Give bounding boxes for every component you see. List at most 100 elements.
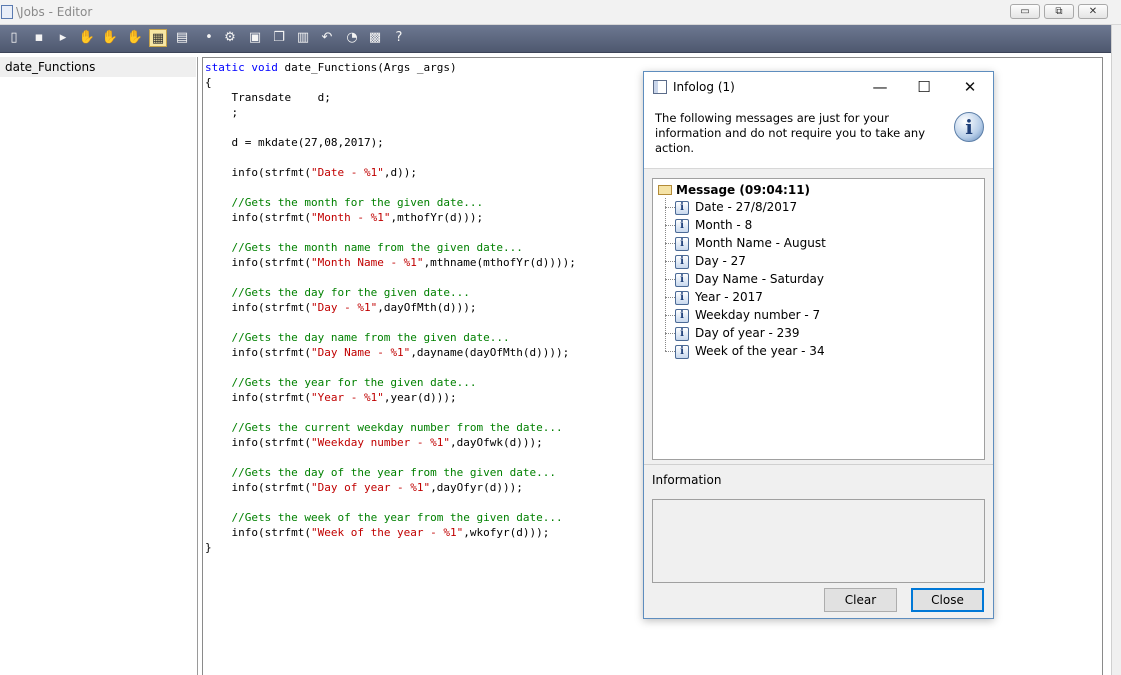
code-segment: ,d));: [383, 166, 417, 179]
infolog-window-icon: [653, 80, 667, 94]
editor-toolbar: ▯ ▪ ▸ ✋ ✋ ✋ ▦ ▤ • ⚙ ▣ ❐ ▥ ↶ ◔ ▩ ?: [0, 25, 1111, 53]
code-segment: d = mkdate(27,08,2017);: [205, 136, 384, 149]
message-text: Day - 27: [695, 254, 746, 268]
message-text: Date - 27/8/2017: [695, 200, 798, 214]
tree-connector: [665, 207, 675, 208]
tree-connector: [665, 297, 675, 298]
view-icon[interactable]: ▤: [173, 29, 191, 47]
code-segment: ,dayOfyr(d)));: [430, 481, 523, 494]
tools-icon[interactable]: ▩: [366, 29, 384, 47]
code-keyword: static void: [205, 61, 285, 74]
message-text: Week of the year - 34: [695, 344, 825, 358]
code-segment: info(strfmt(: [205, 166, 311, 179]
close-button[interactable]: Close: [911, 588, 984, 612]
code-string: "Weekday number - %1": [310, 436, 451, 449]
new-icon[interactable]: ▯: [5, 29, 23, 47]
save-icon[interactable]: ▪: [30, 29, 48, 47]
code-comment: //Gets the day name from the given date.…: [205, 331, 510, 344]
code-segment: ,year(d)));: [383, 391, 457, 404]
code-segment: ,dayname(dayOfMth(d))));: [410, 346, 570, 359]
code-segment: Transdate d;: [205, 91, 331, 104]
message-text: Day of year - 239: [695, 326, 800, 340]
code-string: "Month Name - %1": [310, 256, 424, 269]
message-item[interactable]: i Day Name - Saturday: [665, 270, 824, 288]
run-icon[interactable]: ▸: [54, 29, 72, 47]
message-item[interactable]: i Week of the year - 34: [665, 342, 825, 360]
clock-icon[interactable]: ◔: [343, 29, 361, 47]
code-segment: info(strfmt(: [205, 481, 311, 494]
minimize-button[interactable]: ▭: [1010, 4, 1040, 19]
code-segment: ;: [205, 106, 239, 119]
highlight-icon[interactable]: ▦: [149, 29, 167, 47]
help-icon[interactable]: ?: [390, 29, 408, 47]
info-message-icon: i: [675, 236, 689, 251]
code-segment: info(strfmt(: [205, 211, 311, 224]
code-comment: //Gets the week of the year from the giv…: [205, 511, 563, 524]
compile-icon[interactable]: ⚙: [221, 29, 239, 47]
restore-button[interactable]: ⧉: [1044, 4, 1074, 19]
info-message-icon: i: [675, 326, 689, 341]
breakpoint-icon[interactable]: •: [200, 29, 218, 47]
infolog-titlebar: Infolog (1) — ☐ ✕: [644, 72, 993, 102]
copy-icon[interactable]: ❐: [270, 29, 288, 47]
info-message-icon: i: [675, 272, 689, 287]
editor-app-icon: [1, 5, 13, 19]
undo-icon[interactable]: ↶: [318, 29, 336, 47]
info-message-icon: i: [675, 200, 689, 215]
infolog-minimize-icon[interactable]: —: [870, 77, 890, 97]
window-edge: [1111, 25, 1121, 675]
code-comment: //Gets the day for the given date...: [205, 286, 470, 299]
message-item[interactable]: i Day - 27: [665, 252, 746, 270]
code-string: "Day Name - %1": [310, 346, 411, 359]
info-message-icon: i: [675, 218, 689, 233]
code-segment: ,mthofYr(d)));: [390, 211, 484, 224]
infolog-close-icon[interactable]: ✕: [960, 77, 980, 97]
code-string: "Month - %1": [310, 211, 391, 224]
code-segment: date_Functions(Args _args): [284, 61, 457, 74]
tree-connector: [665, 261, 675, 262]
infolog-header: The following messages are just for your…: [644, 102, 993, 169]
infolog-header-message: The following messages are just for your…: [655, 111, 926, 155]
message-item[interactable]: i Month - 8: [665, 216, 752, 234]
code-segment: info(strfmt(: [205, 391, 311, 404]
code-segment: info(strfmt(: [205, 346, 311, 359]
hand-icon-3[interactable]: ✋: [126, 29, 144, 47]
message-item[interactable]: i Weekday number - 7: [665, 306, 820, 324]
code-segment: info(strfmt(: [205, 436, 311, 449]
tree-item-date-functions[interactable]: date_Functions: [0, 57, 196, 77]
code-segment: info(strfmt(: [205, 301, 311, 314]
clear-button[interactable]: Clear: [824, 588, 897, 612]
hand-icon[interactable]: ✋: [78, 29, 96, 47]
message-root-label: Message (09:04:11): [676, 183, 811, 197]
info-message-icon: i: [675, 344, 689, 359]
infolog-maximize-icon[interactable]: ☐: [914, 77, 934, 97]
properties-icon[interactable]: ▣: [246, 29, 264, 47]
database-icon[interactable]: ▥: [294, 29, 312, 47]
code-string: "Week of the year - %1": [310, 526, 464, 539]
code-comment: //Gets the year for the given date...: [205, 376, 477, 389]
message-text: Year - 2017: [695, 290, 763, 304]
message-root[interactable]: Message (09:04:11): [658, 182, 810, 198]
close-window-button[interactable]: ✕: [1078, 4, 1108, 19]
method-tree: date_Functions: [0, 57, 198, 675]
message-text: Weekday number - 7: [695, 308, 821, 322]
message-text: Month Name - August: [695, 236, 826, 250]
code-string: "Day of year - %1": [310, 481, 431, 494]
code-comment: //Gets the day of the year from the give…: [205, 466, 556, 479]
message-item[interactable]: i Year - 2017: [665, 288, 763, 306]
hand-icon-2[interactable]: ✋: [101, 29, 119, 47]
info-message-icon: i: [675, 254, 689, 269]
message-item[interactable]: i Month Name - August: [665, 234, 826, 252]
infolog-title: Infolog (1): [673, 80, 735, 94]
code-comment: //Gets the current weekday number from t…: [205, 421, 563, 434]
code-comment: //Gets the month name from the given dat…: [205, 241, 523, 254]
code-comment: //Gets the month for the given date...: [205, 196, 484, 209]
infolog-dialog: Infolog (1) — ☐ ✕ The following messages…: [643, 71, 994, 619]
code-segment: }: [205, 541, 212, 554]
message-item[interactable]: i Day of year - 239: [665, 324, 800, 342]
message-tree: Message (09:04:11) i Date - 27/8/2017 i Mon…: [652, 178, 985, 460]
code-segment: ,mthname(mthofYr(d))));: [423, 256, 576, 269]
tree-connector: [665, 315, 675, 316]
code-string: "Year - %1": [310, 391, 384, 404]
message-item[interactable]: i Date - 27/8/2017: [665, 198, 797, 216]
